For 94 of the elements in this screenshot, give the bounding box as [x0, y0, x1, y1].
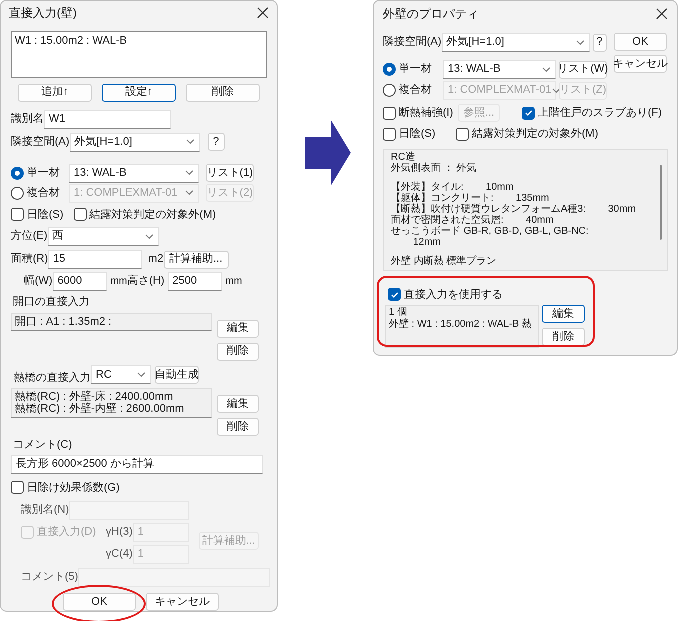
input-field[interactable]: 15	[48, 250, 142, 269]
input-field[interactable]	[78, 568, 270, 587]
button[interactable]: OK	[63, 593, 136, 611]
checkbox[interactable]: 日陰(S)	[11, 206, 64, 223]
radio-option[interactable]: 単一材	[11, 164, 69, 182]
button[interactable]: 削除	[186, 84, 260, 102]
radio-option[interactable]: 複合材	[383, 82, 443, 99]
description-line: 面材で密閉された空気層: 40mm	[391, 214, 555, 226]
button[interactable]: 削除	[217, 418, 259, 436]
label: 方位(E)	[11, 228, 48, 244]
caret-icon	[576, 40, 585, 46]
description-line: 【躯体】コンクリート: 135mm	[391, 192, 550, 204]
button[interactable]: 自動生成	[155, 366, 199, 384]
input-field[interactable]: 長方形 6000×2500 から計算	[11, 454, 263, 474]
description-line: RC造	[391, 152, 416, 162]
button[interactable]: 設定↑	[102, 84, 176, 102]
checkbox[interactable]: 上階住戸のスラブあり(F)	[522, 104, 662, 122]
button[interactable]: 追加↑	[18, 84, 92, 102]
button[interactable]: リスト(1)	[206, 164, 254, 182]
list-box[interactable]: W1 : 15.00m2 : WAL-B	[11, 31, 267, 78]
caret-icon	[137, 372, 146, 378]
checkbox[interactable]: 日陰(S)	[383, 126, 456, 142]
unit-label: m2	[147, 252, 164, 268]
window-title: 外壁のプロパティ	[383, 6, 479, 23]
checkbox[interactable]: 結露対策判定の対象外(M)	[456, 126, 598, 142]
dropdown[interactable]: 13: WAL-B	[443, 60, 556, 79]
close-icon[interactable]	[257, 6, 269, 18]
button[interactable]: 編集	[217, 395, 259, 413]
caret-icon	[185, 170, 194, 176]
label: 隣接空間(A)	[11, 134, 70, 150]
label: 識別名	[11, 112, 44, 127]
button[interactable]: OK	[614, 33, 667, 51]
checkbox[interactable]: 直接入力を使用する	[388, 286, 503, 303]
description-line: 外気側表面 ： 外気	[391, 162, 478, 174]
label: γH(3)	[106, 525, 133, 540]
scrollbar-thumb[interactable]	[660, 164, 662, 240]
list-item: 開口 : A1 : 1.35m2 :	[15, 316, 113, 328]
unit-label: mm	[224, 275, 242, 289]
dropdown[interactable]: 外気[H=1.0]	[70, 132, 200, 152]
button[interactable]: 編集	[217, 320, 259, 338]
section-label: 開口の直接入力	[12, 294, 91, 310]
label: 幅(W)	[23, 274, 53, 290]
list-box[interactable]: 熱橋(RC) : 外壁-床 : 2400.00mm 熱橋(RC) : 外壁-内壁 : 2600.00mm	[11, 388, 212, 418]
button[interactable]: ?	[592, 34, 607, 52]
button[interactable]: キャンセル	[146, 593, 219, 611]
unit-label: mm	[110, 275, 128, 289]
checkbox[interactable]: 結露対策判定の対象外(M)	[74, 206, 216, 223]
section-label: 熱橋の直接入力	[13, 370, 91, 386]
checkbox[interactable]: 断熱補強(I)	[383, 104, 458, 122]
input-field[interactable]: 2500	[168, 272, 222, 291]
description-line: せっこうボード GB-R, GB-D, GB-L, GB-NC:	[391, 226, 590, 236]
dropdown[interactable]: 外気[H=1.0]	[442, 33, 590, 52]
label: 隣接空間(A)	[383, 34, 442, 50]
button[interactable]: 削除	[217, 342, 259, 360]
button[interactable]: キャンセル	[614, 55, 667, 73]
radio-option[interactable]: 単一材	[383, 61, 443, 78]
input-field[interactable]: 6000	[52, 272, 107, 291]
list-item: W1 : 15.00m2 : WAL-B	[15, 34, 128, 50]
close-icon[interactable]	[656, 8, 668, 20]
window-title: 直接入力(壁)	[9, 4, 77, 22]
button[interactable]: 計算補助...	[164, 250, 229, 268]
button[interactable]: リスト(W)	[559, 60, 607, 78]
dropdown[interactable]: RC	[91, 365, 151, 384]
checkbox[interactable]: 日除け効果係数(G)	[11, 480, 120, 496]
button[interactable]: ?	[208, 133, 225, 151]
description-line: 【外装】タイル: 10mm	[391, 182, 515, 192]
description-line: 外壁 内断熱 標準プラン	[391, 256, 498, 266]
list-item: 熱橋(RC) : 外壁-内壁 : 2600.00mm	[15, 403, 186, 415]
label: 高さ(H)	[127, 274, 166, 290]
button[interactable]: 削除	[542, 328, 585, 346]
caret-icon	[542, 66, 551, 72]
check-icon	[524, 108, 534, 118]
label: 面積(R)	[11, 252, 48, 268]
caret-icon	[186, 139, 195, 145]
list-box[interactable]: 1 個 外壁 : W1 : 15.00m2 : WAL-B 熱	[385, 305, 539, 348]
list-item: 熱橋(RC) : 外壁-床 : 2400.00mm	[15, 391, 174, 403]
description-line: 【断熱】吹付け硬質ウレタンフォームA種3: 30mm	[391, 204, 638, 214]
list-item: 1 個	[389, 307, 408, 318]
section-label: コメント(C)	[12, 438, 74, 453]
list-item: 外壁 : W1 : 15.00m2 : WAL-B 熱	[389, 319, 533, 331]
label: 識別名(N)	[20, 502, 70, 518]
list-box[interactable]: 開口 : A1 : 1.35m2 :	[11, 312, 212, 330]
label: コメント(5)	[20, 570, 78, 586]
input-field[interactable]: W1	[44, 110, 171, 128]
caret-icon	[552, 88, 561, 94]
caret-icon	[144, 234, 154, 240]
right-arrow	[305, 120, 351, 186]
button[interactable]: 編集	[542, 305, 585, 323]
radio-option[interactable]: 複合材	[11, 184, 69, 202]
label: γC(4)	[106, 547, 133, 562]
description-line: 12mm	[412, 236, 442, 248]
dropdown[interactable]: 西	[48, 227, 159, 246]
dropdown[interactable]: 13: WAL-B	[69, 164, 199, 182]
caret-icon	[185, 190, 194, 196]
